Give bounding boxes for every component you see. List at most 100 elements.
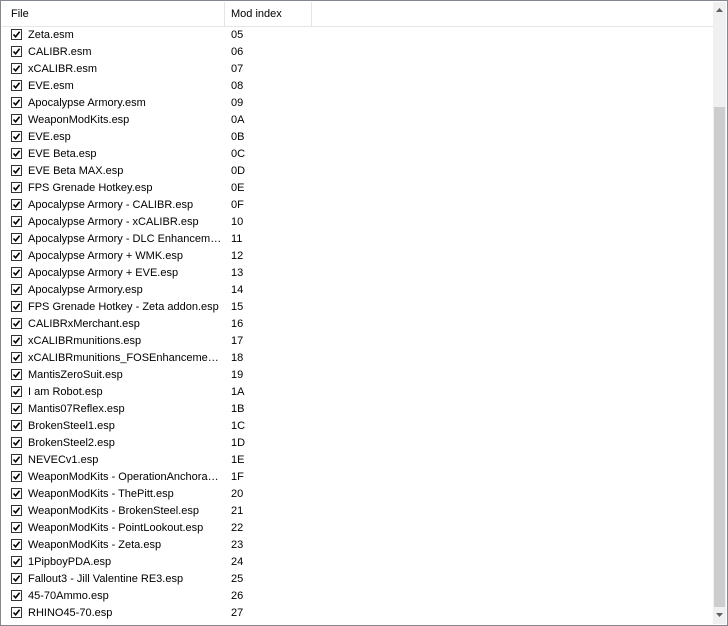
mod-row[interactable]: FPS Grenade Hotkey - Zeta addon.esp 15 bbox=[2, 299, 714, 316]
checkmark-icon bbox=[12, 371, 21, 379]
mod-row[interactable]: WeaponModKits - OperationAnchorage... 1F bbox=[2, 469, 714, 486]
mod-enabled-checkbox[interactable] bbox=[11, 250, 22, 261]
mod-row[interactable]: xCALIBR.esm 07 bbox=[2, 61, 714, 78]
mod-index-value: 1D bbox=[231, 437, 246, 449]
scroll-down-arrow-icon[interactable] bbox=[713, 607, 726, 624]
checkmark-icon bbox=[12, 541, 21, 549]
mod-row[interactable]: xCALIBRmunitions.esp 17 bbox=[2, 333, 714, 350]
mod-row[interactable]: Mantis07Reflex.esp 1B bbox=[2, 401, 714, 418]
mod-row[interactable]: WeaponModKits - Zeta.esp 23 bbox=[2, 537, 714, 554]
mod-row[interactable]: CALIBR.esm 06 bbox=[2, 44, 714, 61]
mod-row[interactable]: WeaponModKits - ThePitt.esp 20 bbox=[2, 486, 714, 503]
mod-enabled-checkbox[interactable] bbox=[11, 46, 22, 57]
mod-enabled-checkbox[interactable] bbox=[11, 352, 22, 363]
mod-enabled-checkbox[interactable] bbox=[11, 335, 22, 346]
mod-file-name: Fallout3 - Jill Valentine RE3.esp bbox=[28, 573, 184, 585]
mod-enabled-checkbox[interactable] bbox=[11, 80, 22, 91]
mod-row[interactable]: EVE.esm 08 bbox=[2, 78, 714, 95]
mod-row[interactable]: Apocalypse Armory - xCALIBR.esp 10 bbox=[2, 214, 714, 231]
mod-enabled-checkbox[interactable] bbox=[11, 114, 22, 125]
mod-index-value: 1A bbox=[231, 386, 245, 398]
mod-enabled-checkbox[interactable] bbox=[11, 403, 22, 414]
mod-row[interactable]: Fallout3 - Jill Valentine RE3.esp 25 bbox=[2, 571, 714, 588]
mod-row[interactable]: MantisZeroSuit.esp 19 bbox=[2, 367, 714, 384]
mod-index-value: 19 bbox=[231, 369, 244, 381]
mod-file-name: Apocalypse Armory - xCALIBR.esp bbox=[28, 216, 199, 228]
mod-file-name: BrokenSteel1.esp bbox=[28, 420, 115, 432]
mod-file-name: Apocalypse Armory.esm bbox=[28, 97, 146, 109]
mod-enabled-checkbox[interactable] bbox=[11, 454, 22, 465]
mod-enabled-checkbox[interactable] bbox=[11, 386, 22, 397]
mod-row[interactable]: I am Robot.esp 1A bbox=[2, 384, 714, 401]
checkmark-icon bbox=[12, 337, 21, 345]
mod-enabled-checkbox[interactable] bbox=[11, 318, 22, 329]
scrollbar-thumb[interactable] bbox=[714, 107, 725, 607]
mod-index-value: 14 bbox=[231, 284, 244, 296]
mod-enabled-checkbox[interactable] bbox=[11, 539, 22, 550]
mod-row[interactable]: EVE.esp 0B bbox=[2, 129, 714, 146]
mod-enabled-checkbox[interactable] bbox=[11, 437, 22, 448]
mod-row[interactable]: Apocalypse Armory.esp 14 bbox=[2, 282, 714, 299]
mod-enabled-checkbox[interactable] bbox=[11, 267, 22, 278]
mod-file-name: 1PipboyPDA.esp bbox=[28, 556, 112, 568]
mod-enabled-checkbox[interactable] bbox=[11, 607, 22, 618]
mod-enabled-checkbox[interactable] bbox=[11, 522, 22, 533]
mod-enabled-checkbox[interactable] bbox=[11, 97, 22, 108]
checkmark-icon bbox=[12, 184, 21, 192]
mod-index-value: 25 bbox=[231, 573, 244, 585]
mod-row[interactable]: EVE Beta MAX.esp 0D bbox=[2, 163, 714, 180]
mod-enabled-checkbox[interactable] bbox=[11, 369, 22, 380]
mod-enabled-checkbox[interactable] bbox=[11, 284, 22, 295]
mod-row[interactable]: Apocalypse Armory - DLC Enhancemen... 11 bbox=[2, 231, 714, 248]
mod-enabled-checkbox[interactable] bbox=[11, 471, 22, 482]
mod-enabled-checkbox[interactable] bbox=[11, 573, 22, 584]
mod-enabled-checkbox[interactable] bbox=[11, 420, 22, 431]
mod-row[interactable]: Apocalypse Armory.esm 09 bbox=[2, 95, 714, 112]
checkmark-icon bbox=[12, 269, 21, 277]
mod-row[interactable]: Apocalypse Armory + EVE.esp 13 bbox=[2, 265, 714, 282]
column-header-mod-index[interactable]: Mod index bbox=[225, 2, 312, 26]
mod-list-view[interactable]: File Mod index Zeta.esm 05 CALIBR.esm 06 xCA… bbox=[0, 0, 728, 626]
mod-row[interactable]: 1PipboyPDA.esp 24 bbox=[2, 554, 714, 571]
mod-row[interactable]: Apocalypse Armory + WMK.esp 12 bbox=[2, 248, 714, 265]
column-header-file[interactable]: File bbox=[2, 2, 225, 26]
mod-row[interactable]: FPS Grenade Hotkey.esp 0E bbox=[2, 180, 714, 197]
checkmark-icon bbox=[12, 133, 21, 141]
mod-row[interactable]: Zeta.esm 05 bbox=[2, 27, 714, 44]
mod-enabled-checkbox[interactable] bbox=[11, 199, 22, 210]
mod-enabled-checkbox[interactable] bbox=[11, 488, 22, 499]
mod-row[interactable]: WeaponModKits - PointLookout.esp 22 bbox=[2, 520, 714, 537]
scroll-up-arrow-icon[interactable] bbox=[713, 2, 726, 19]
mod-file-name: EVE Beta.esp bbox=[28, 148, 97, 160]
mod-index-value: 08 bbox=[231, 80, 244, 92]
mod-row[interactable]: RHINO45-70.esp 27 bbox=[2, 605, 714, 622]
mod-enabled-checkbox[interactable] bbox=[11, 216, 22, 227]
mod-row[interactable]: Apocalypse Armory - CALIBR.esp 0F bbox=[2, 197, 714, 214]
mod-enabled-checkbox[interactable] bbox=[11, 590, 22, 601]
mod-enabled-checkbox[interactable] bbox=[11, 63, 22, 74]
mod-row[interactable]: CALIBRxMerchant.esp 16 bbox=[2, 316, 714, 333]
mod-index-value: 23 bbox=[231, 539, 244, 551]
mod-row[interactable]: xCALIBRmunitions_FOSEnhancements... 18 bbox=[2, 350, 714, 367]
mod-enabled-checkbox[interactable] bbox=[11, 148, 22, 159]
mod-row[interactable]: NEVECv1.esp 1E bbox=[2, 452, 714, 469]
mod-enabled-checkbox[interactable] bbox=[11, 301, 22, 312]
mod-enabled-checkbox[interactable] bbox=[11, 505, 22, 516]
mod-row[interactable]: BrokenSteel2.esp 1D bbox=[2, 435, 714, 452]
mod-enabled-checkbox[interactable] bbox=[11, 233, 22, 244]
mod-enabled-checkbox[interactable] bbox=[11, 556, 22, 567]
mod-row[interactable]: WeaponModKits.esp 0A bbox=[2, 112, 714, 129]
mod-row[interactable]: 45-70Ammo.esp 26 bbox=[2, 588, 714, 605]
mod-file-name: Zeta.esm bbox=[28, 29, 74, 41]
mod-index-value: 1B bbox=[231, 403, 245, 415]
vertical-scrollbar[interactable] bbox=[713, 2, 726, 624]
mod-row[interactable]: BrokenSteel1.esp 1C bbox=[2, 418, 714, 435]
mod-enabled-checkbox[interactable] bbox=[11, 165, 22, 176]
checkmark-icon bbox=[12, 286, 21, 294]
mod-enabled-checkbox[interactable] bbox=[11, 131, 22, 142]
mod-enabled-checkbox[interactable] bbox=[11, 182, 22, 193]
checkmark-icon bbox=[12, 65, 21, 73]
mod-row[interactable]: WeaponModKits - BrokenSteel.esp 21 bbox=[2, 503, 714, 520]
mod-enabled-checkbox[interactable] bbox=[11, 29, 22, 40]
mod-row[interactable]: EVE Beta.esp 0C bbox=[2, 146, 714, 163]
